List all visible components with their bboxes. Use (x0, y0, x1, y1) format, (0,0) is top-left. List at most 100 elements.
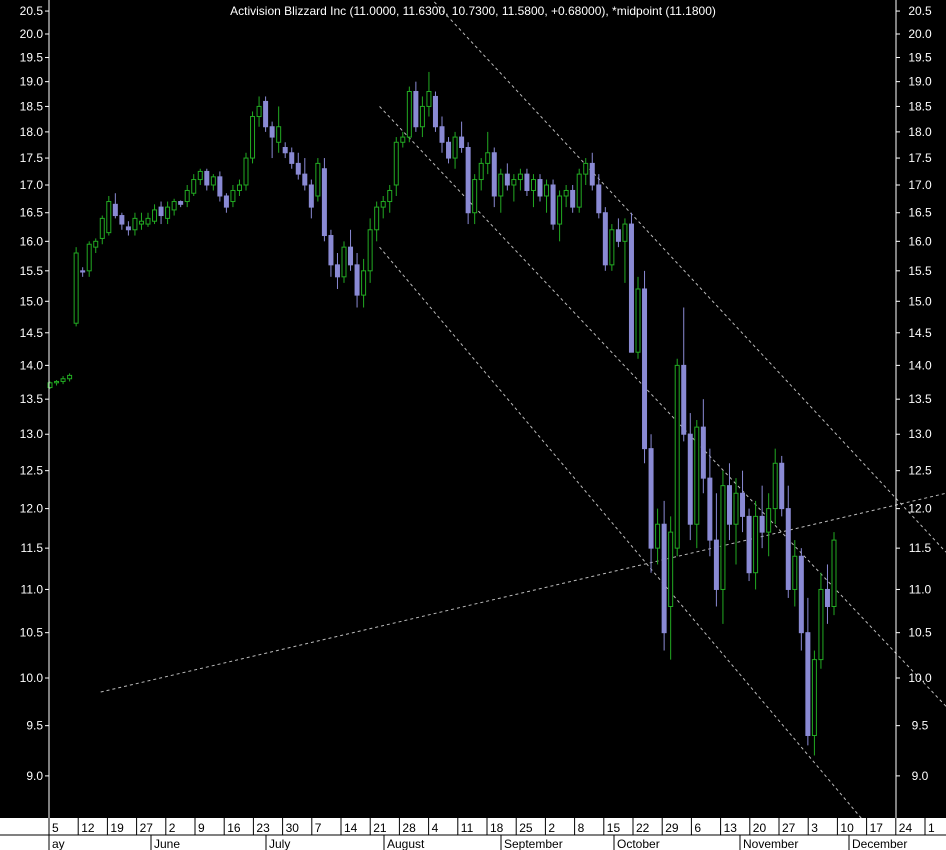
stock-candlestick-chart: 20.520.019.519.018.518.017.517.016.516.0… (0, 0, 946, 850)
x-day-label: 28 (402, 821, 416, 835)
x-day-label: 24 (899, 821, 913, 835)
candle-body (622, 223, 628, 242)
candle-body (204, 170, 210, 186)
x-day-label: 14 (344, 821, 358, 835)
y-tick-label-right: 19.5 (908, 51, 932, 65)
y-tick-label-right: 15.0 (908, 294, 932, 308)
candle-body (295, 162, 301, 175)
candle (465, 142, 471, 225)
candle-body (491, 152, 497, 197)
candle-body (478, 162, 484, 181)
candle-body (544, 184, 550, 197)
candle-body (354, 264, 360, 296)
candle (406, 86, 412, 143)
candle-body (459, 136, 465, 149)
candle-body (73, 252, 79, 324)
candle-body (557, 195, 563, 225)
candle-body (426, 90, 432, 107)
candle-body (798, 555, 804, 634)
candle-body (726, 485, 732, 525)
x-day-label: 27 (140, 821, 154, 835)
y-tick-label-right: 17.0 (908, 178, 932, 192)
candle-body (432, 95, 438, 128)
x-month-label: August (387, 837, 425, 850)
candle-body (576, 173, 582, 208)
x-day-label: 3 (811, 821, 818, 835)
candle-body (511, 179, 517, 186)
x-month-label: June (154, 837, 180, 850)
candle-body (713, 539, 719, 590)
candle-body (406, 90, 412, 138)
y-tick-label-right: 13.0 (908, 427, 932, 441)
candle-body (524, 173, 530, 191)
candle-body (289, 152, 295, 164)
y-tick-label-left: 9.0 (26, 769, 43, 783)
candle-body (236, 184, 242, 191)
candle-body (191, 179, 197, 194)
candle-body (328, 235, 334, 266)
y-tick-label-left: 12.0 (20, 502, 44, 516)
candle-body (485, 152, 491, 164)
candle-body (223, 195, 229, 208)
candle (609, 224, 615, 271)
candle (635, 276, 641, 359)
candle (73, 247, 79, 327)
candle-body (197, 170, 203, 181)
x-day-label: 12 (81, 821, 95, 835)
x-day-label: 4 (432, 821, 439, 835)
candle-body (694, 426, 700, 525)
chart-background (0, 0, 946, 850)
candle-body (779, 462, 785, 510)
candle (602, 207, 608, 271)
candle-body (550, 184, 556, 225)
candle-body (217, 176, 223, 197)
y-tick-label-right: 14.5 (908, 326, 932, 340)
y-tick-label-left: 13.5 (20, 392, 44, 406)
candle-body (380, 201, 386, 208)
candle-body (628, 223, 634, 353)
candle-body (165, 206, 171, 219)
chart-title: Activision Blizzard Inc (11.0000, 11.630… (230, 4, 716, 18)
y-tick-label-left: 15.0 (20, 294, 44, 308)
candle-body (759, 515, 765, 533)
x-day-label: 18 (490, 821, 504, 835)
candle-body (158, 206, 164, 217)
y-tick-label-right: 14.0 (908, 358, 932, 372)
candle-body (746, 515, 752, 574)
y-tick-label-right: 10.5 (908, 626, 932, 640)
y-tick-label-right: 17.5 (908, 151, 932, 165)
x-day-label: 2 (548, 821, 555, 835)
x-day-label: 8 (578, 821, 585, 835)
candle-body (792, 555, 798, 590)
y-tick-label-right: 18.0 (908, 125, 932, 139)
y-tick-label-left: 10.0 (20, 671, 44, 685)
candle-body (80, 270, 86, 273)
candle-body (393, 141, 399, 186)
x-day-label: 21 (373, 821, 387, 835)
y-tick-label-right: 20.5 (908, 4, 932, 18)
y-tick-label-left: 20.0 (20, 27, 44, 41)
candle-body (308, 184, 314, 208)
x-day-label: 2 (169, 821, 176, 835)
x-day-label: 7 (315, 821, 322, 835)
candle (550, 179, 556, 230)
candle-body (530, 179, 536, 191)
x-day-label: 29 (665, 821, 679, 835)
candle-body (635, 288, 641, 353)
x-day-label: 9 (198, 821, 205, 835)
candle-body (570, 189, 576, 208)
candle (746, 508, 752, 582)
candle-body (86, 243, 92, 272)
y-tick-label-left: 16.5 (20, 206, 44, 220)
candle-body (681, 364, 687, 435)
y-tick-label-left: 18.0 (20, 125, 44, 139)
candle-body (446, 141, 452, 159)
candle-body (419, 105, 425, 128)
y-tick-label-right: 11.0 (909, 582, 932, 596)
y-tick-label-left: 14.0 (20, 358, 44, 372)
candle (106, 195, 112, 236)
y-tick-label-left: 14.5 (20, 326, 44, 340)
x-month-label: November (743, 837, 798, 850)
x-day-label: 16 (227, 821, 241, 835)
candle-body (766, 508, 772, 533)
